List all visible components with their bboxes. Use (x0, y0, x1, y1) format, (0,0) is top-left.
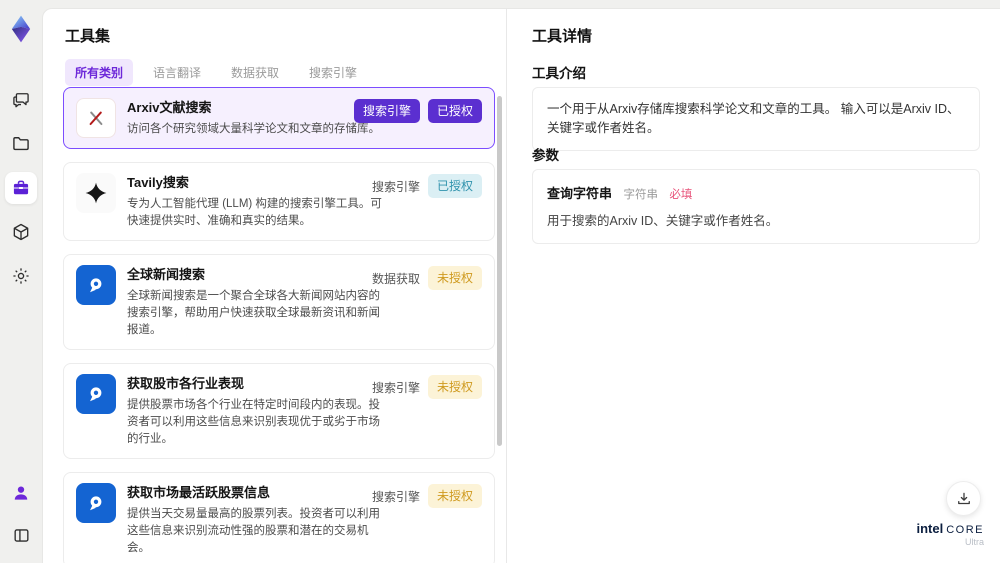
category-tabs: 所有类别 语言翻译 数据获取 搜索引擎 (65, 59, 367, 86)
tool-card-arxiv[interactable]: Arxiv文献搜索 访问各个研究领域大量科学论文和文章的存储库。 搜索引擎 已授… (63, 87, 495, 149)
tool-description: 访问各个研究领域大量科学论文和文章的存储库。 (127, 123, 380, 135)
tool-title: Tavily搜索 (127, 175, 189, 190)
tavily-star-icon (76, 173, 116, 213)
status-badge: 未授权 (427, 266, 482, 290)
tool-description: 专为人工智能代理 (LLM) 构建的搜索引擎工具。可快速提供实时、准确和真实的结… (127, 198, 382, 227)
category-label: 搜索引擎 (371, 489, 420, 504)
news-app-icon (76, 265, 116, 305)
intro-text-box: 一个用于从Arxiv存储库搜索科学论文和文章的工具。 输入可以是Arxiv ID… (532, 87, 980, 151)
tool-title: 全球新闻搜索 (127, 267, 206, 282)
page-title: 工具集 (65, 28, 111, 45)
tab-translation[interactable]: 语言翻译 (143, 59, 211, 86)
tool-card-list: Arxiv文献搜索 访问各个研究领域大量科学论文和文章的存储库。 搜索引擎 已授… (63, 87, 495, 563)
gear-icon (11, 266, 31, 286)
intro-heading: 工具介绍 (532, 66, 586, 81)
collapse-sidebar-button[interactable] (5, 519, 37, 551)
cube-icon (11, 222, 31, 242)
detail-title: 工具详情 (532, 28, 593, 45)
toolbox-icon (11, 178, 31, 198)
tool-card-global-news[interactable]: 全球新闻搜索 全球新闻搜索是一个聚合全球各大新闻网站内容的搜索引擎，帮助用户快速… (63, 254, 495, 350)
parameter-type: 字符串 (623, 189, 658, 201)
news-app-icon (76, 483, 116, 523)
category-label: 搜索引擎 (371, 179, 420, 194)
content-window: 工具集 所有类别 语言翻译 数据获取 搜索引擎 Arxiv文献搜索 访问各个研究… (42, 8, 1000, 563)
category-badge: 搜索引擎 (353, 99, 420, 123)
sidebar-item-tools[interactable] (5, 172, 37, 204)
user-avatar[interactable] (5, 477, 37, 509)
status-badge: 已授权 (427, 174, 482, 198)
app-logo-icon (4, 12, 38, 46)
parameter-required-flag: 必填 (669, 189, 693, 201)
status-badge: 未授权 (427, 375, 482, 399)
tool-list-pane: 工具集 所有类别 语言翻译 数据获取 搜索引擎 Arxiv文献搜索 访问各个研究… (43, 9, 506, 563)
tool-card-tavily[interactable]: Tavily搜索 专为人工智能代理 (LLM) 构建的搜索引擎工具。可快速提供实… (63, 162, 495, 241)
intel-core-logo: intel CORE Ultra (916, 521, 984, 547)
list-scrollbar-thumb[interactable] (497, 96, 502, 446)
tool-card-active-stocks[interactable]: 获取市场最活跃股票信息 提供当天交易量最高的股票列表。投资者可以利用这些信息来识… (63, 472, 495, 563)
tool-description: 提供当天交易量最高的股票列表。投资者可以利用这些信息来识别流动性强的股票和潜在的… (127, 508, 380, 554)
category-label: 搜索引擎 (371, 380, 420, 395)
tool-title: 获取市场最活跃股票信息 (127, 485, 271, 500)
parameter-item: 查询字符串 字符串 必填 用于搜索的Arxiv ID、关键字或作者姓名。 (532, 169, 980, 244)
avatar-icon (11, 483, 31, 503)
tool-detail-pane: 工具详情 工具介绍 一个用于从Arxiv存储库搜索科学论文和文章的工具。 输入可… (506, 9, 1000, 563)
arxiv-logo-icon (76, 98, 116, 138)
category-label: 数据获取 (371, 271, 420, 286)
parameter-header: 查询字符串 字符串 必填 (547, 183, 965, 203)
download-button[interactable] (946, 481, 981, 516)
tab-search-engine[interactable]: 搜索引擎 (299, 59, 367, 86)
intel-product-text: CORE (946, 524, 984, 536)
sidebar-item-packages[interactable] (5, 216, 37, 248)
status-badge: 已授权 (427, 99, 482, 123)
chat-icon (11, 90, 31, 110)
status-badge: 未授权 (427, 484, 482, 508)
tool-description: 提供股票市场各个行业在特定时间段内的表现。投资者可以利用这些信息来识别表现优于或… (127, 399, 380, 445)
sidebar-item-chat[interactable] (5, 84, 37, 116)
news-app-icon (76, 374, 116, 414)
tool-title: Arxiv文献搜索 (127, 100, 212, 115)
tool-title: 获取股市各行业表现 (127, 376, 245, 391)
panel-toggle-icon (12, 526, 31, 545)
parameter-name: 查询字符串 (547, 186, 613, 201)
intel-sub-text: Ultra (964, 537, 984, 547)
parameter-description: 用于搜索的Arxiv ID、关键字或作者姓名。 (547, 214, 779, 228)
tool-card-sector-performance[interactable]: 获取股市各行业表现 提供股票市场各个行业在特定时间段内的表现。投资者可以利用这些… (63, 363, 495, 459)
tab-all-categories[interactable]: 所有类别 (65, 59, 134, 86)
sidebar (0, 0, 42, 563)
folder-icon (11, 134, 31, 154)
tab-data-fetch[interactable]: 数据获取 (221, 59, 289, 86)
intel-brand-text: intel (916, 521, 944, 536)
tool-description: 全球新闻搜索是一个聚合全球各大新闻网站内容的搜索引擎，帮助用户快速获取全球最新资… (127, 290, 380, 336)
app-window: 工具集 所有类别 语言翻译 数据获取 搜索引擎 Arxiv文献搜索 访问各个研究… (0, 0, 1000, 563)
sidebar-item-settings[interactable] (5, 260, 37, 292)
params-heading: 参数 (532, 148, 559, 163)
sidebar-item-files[interactable] (5, 128, 37, 160)
download-icon (955, 490, 973, 508)
